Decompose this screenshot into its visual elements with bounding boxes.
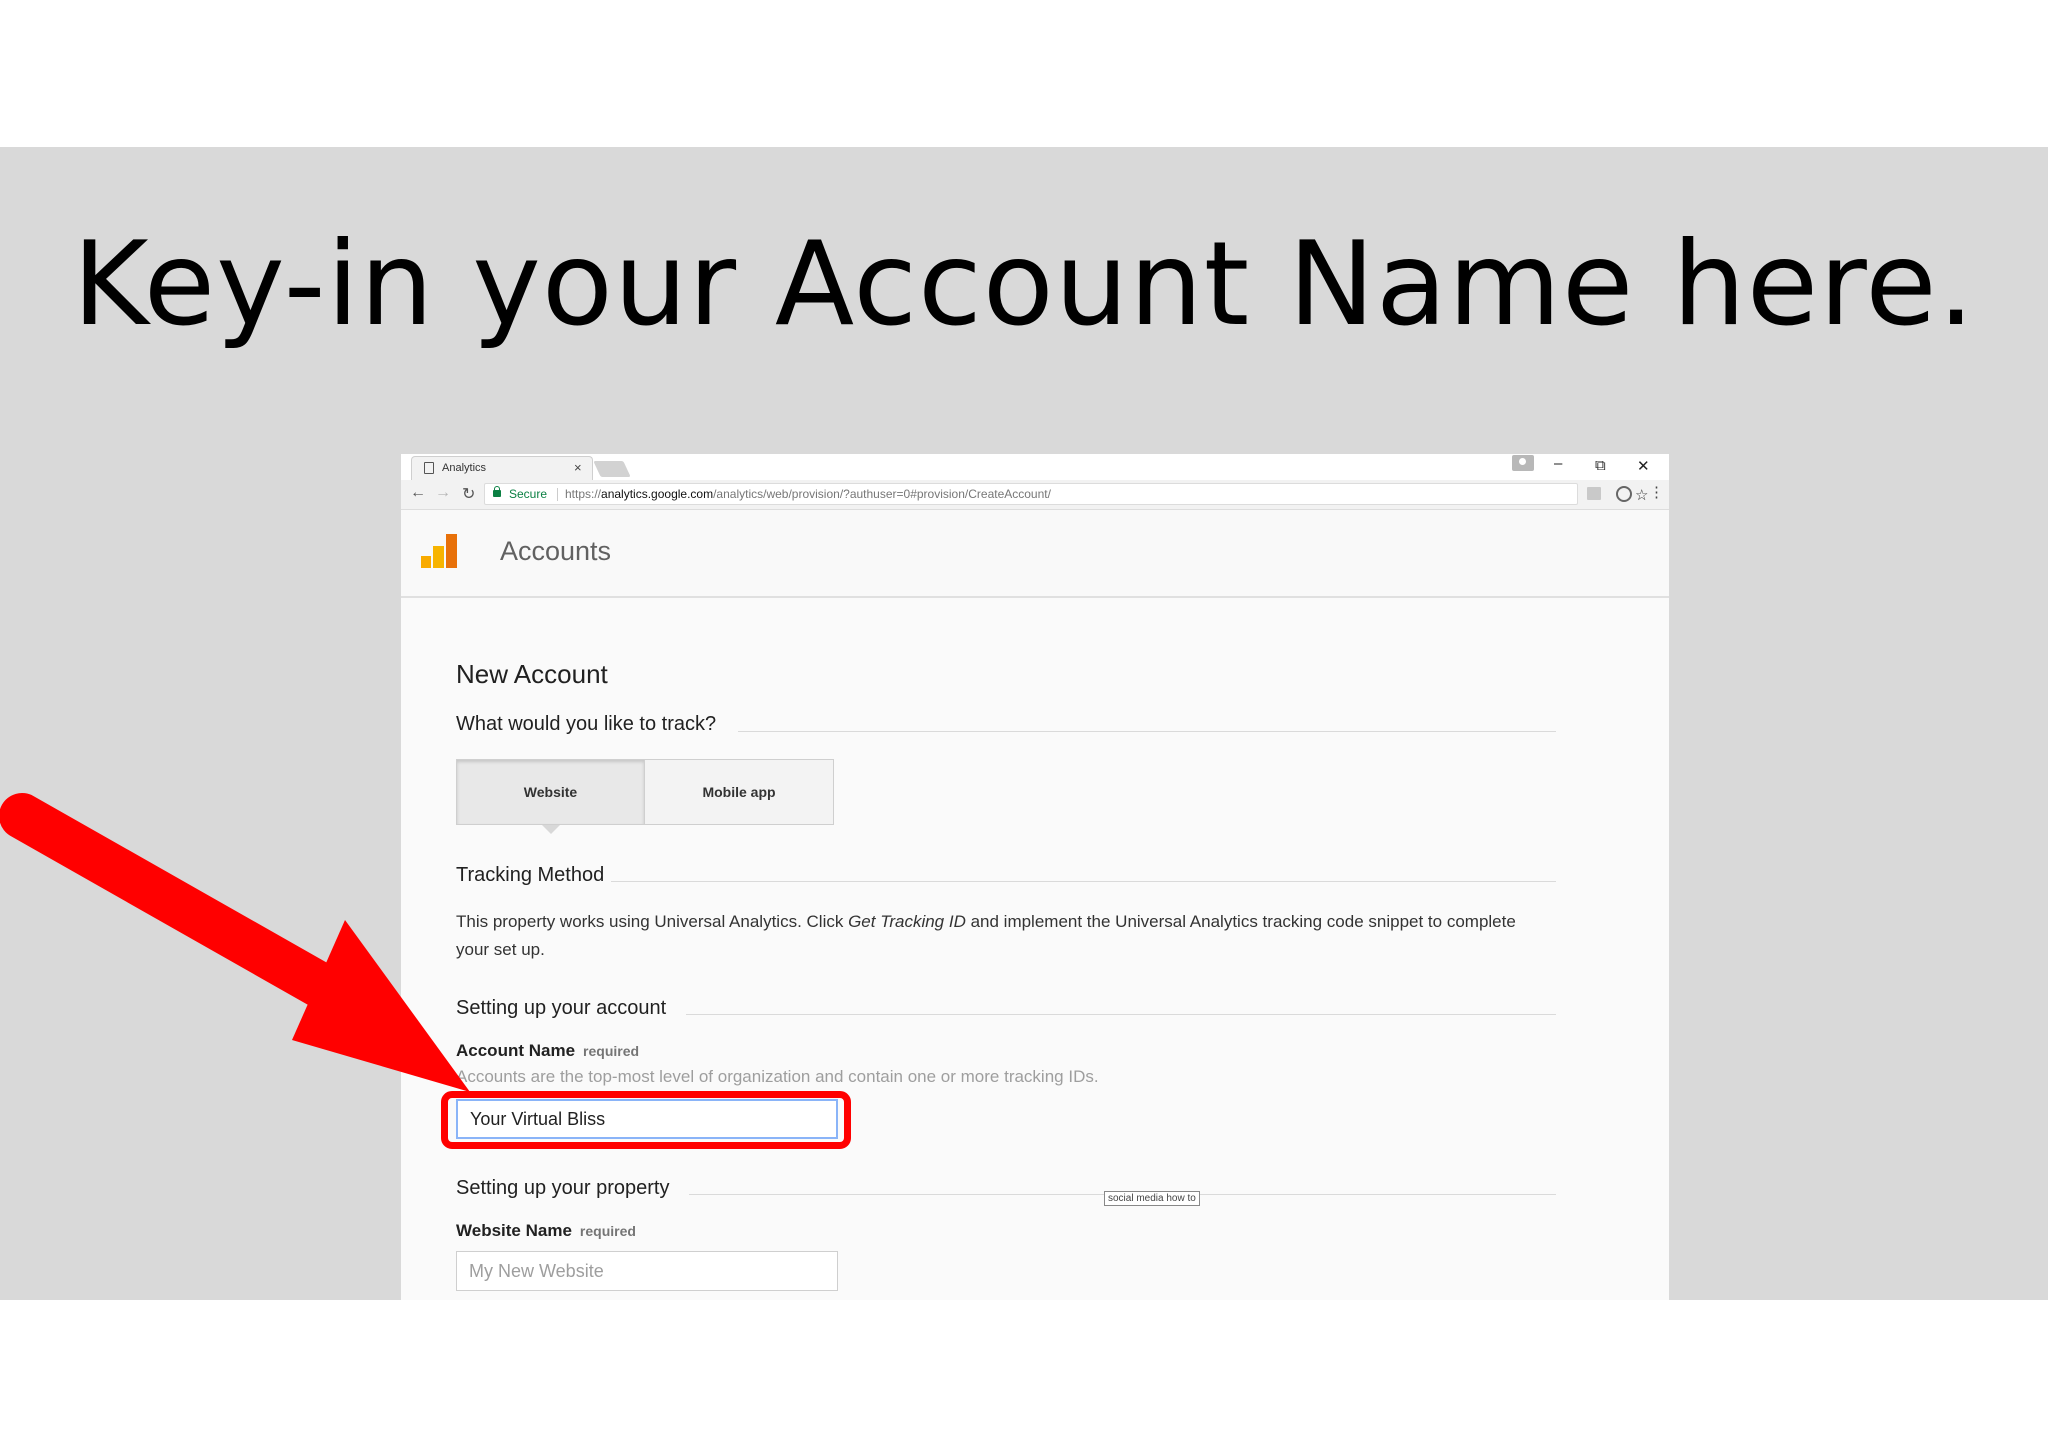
arrow-shaft [0, 793, 369, 1023]
annotation-arrow-icon [0, 793, 470, 1092]
arrow-head [292, 920, 470, 1092]
